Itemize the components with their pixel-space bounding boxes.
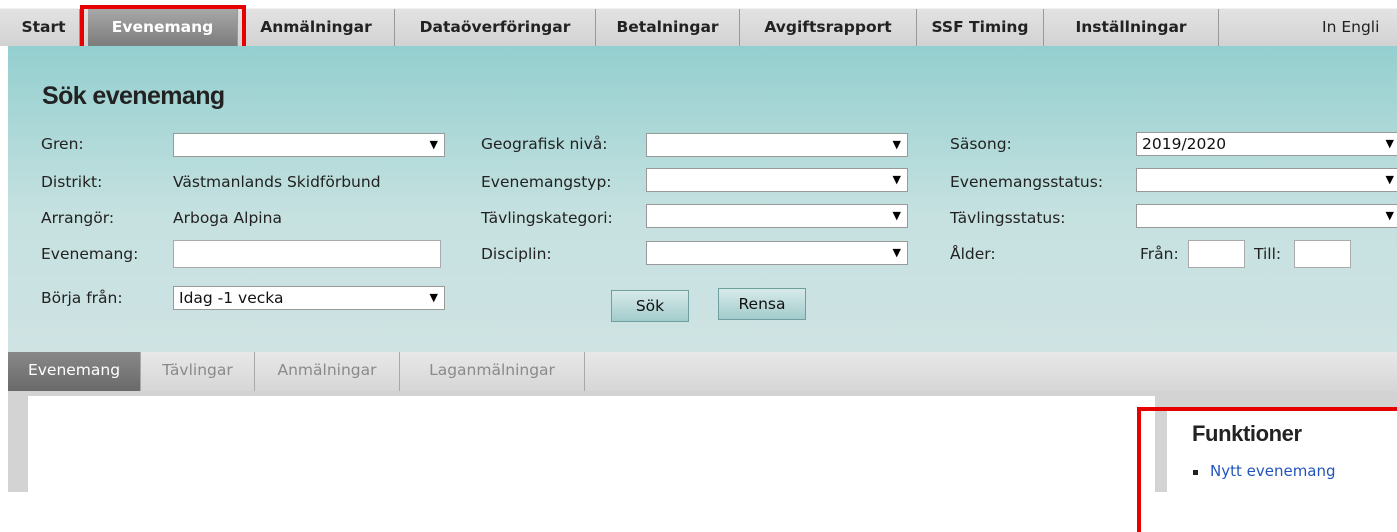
- evenemangsstatus-select[interactable]: ▼: [1136, 168, 1397, 192]
- search-panel: Sök evenemang Gren: ▼ Distrikt: Västmanl…: [8, 46, 1397, 352]
- gren-label: Gren:: [41, 135, 84, 153]
- tavlingsstatus-label: Tävlingsstatus:: [950, 209, 1066, 227]
- sasong-label: Säsong:: [950, 135, 1012, 153]
- result-tabs: Evenemang Tävlingar Anmälningar Laganmäl…: [8, 352, 1397, 391]
- nav-ssf-timing[interactable]: SSF Timing: [917, 9, 1044, 46]
- geografisk-niva-label: Geografisk nivå:: [481, 135, 608, 153]
- gren-select[interactable]: ▼: [173, 133, 445, 157]
- arrangor-label: Arrangör:: [41, 209, 115, 227]
- evenemangstyp-select[interactable]: ▼: [646, 168, 908, 192]
- page-title: Sök evenemang: [42, 82, 225, 110]
- tab-tavlingar[interactable]: Tävlingar: [141, 352, 255, 391]
- results-area: [28, 396, 1155, 524]
- evenemang-input[interactable]: [173, 240, 441, 268]
- alder-till-input[interactable]: [1294, 240, 1351, 268]
- language-link[interactable]: In Engli: [1322, 9, 1379, 46]
- nav-betalningar[interactable]: Betalningar: [596, 9, 740, 46]
- arrangor-value: Arboga Alpina: [173, 209, 282, 227]
- tab-evenemang[interactable]: Evenemang: [8, 352, 141, 391]
- clear-button[interactable]: Rensa: [718, 288, 806, 320]
- dropdown-arrow-icon: ▼: [1385, 137, 1394, 150]
- distrikt-value: Västmanlands Skidförbund: [173, 173, 381, 191]
- search-button[interactable]: Sök: [611, 290, 689, 322]
- alder-till-label: Till:: [1254, 245, 1282, 263]
- geografisk-niva-select[interactable]: ▼: [646, 133, 908, 157]
- alder-fran-input[interactable]: [1188, 240, 1245, 268]
- disciplin-label: Disciplin:: [481, 245, 552, 263]
- tab-laganmalningar[interactable]: Laganmälningar: [400, 352, 585, 391]
- borja-fran-select[interactable]: Idag -1 vecka ▼: [173, 286, 445, 310]
- highlight-functions-panel: [1137, 407, 1397, 532]
- sasong-select[interactable]: 2019/2020 ▼: [1136, 132, 1397, 156]
- alder-label: Ålder:: [950, 245, 996, 263]
- tab-anmalningar[interactable]: Anmälningar: [255, 352, 400, 391]
- dropdown-arrow-icon: ▼: [892, 173, 901, 186]
- disciplin-select[interactable]: ▼: [646, 241, 908, 265]
- dropdown-arrow-icon: ▼: [429, 291, 438, 304]
- tavlingskategori-label: Tävlingskategori:: [481, 209, 613, 227]
- dropdown-arrow-icon: ▼: [1385, 173, 1394, 186]
- alder-fran-label: Från:: [1140, 245, 1179, 263]
- nav-start[interactable]: Start: [8, 9, 80, 46]
- evenemangsstatus-label: Evenemangsstatus:: [950, 173, 1104, 191]
- nav-avgiftsrapport[interactable]: Avgiftsrapport: [740, 9, 917, 46]
- sasong-value: 2019/2020: [1142, 135, 1227, 153]
- borja-fran-value: Idag -1 vecka: [179, 289, 284, 307]
- evenemangstyp-label: Evenemangstyp:: [481, 173, 612, 191]
- dropdown-arrow-icon: ▼: [892, 246, 901, 259]
- dropdown-arrow-icon: ▼: [892, 209, 901, 222]
- tavlingskategori-select[interactable]: ▼: [646, 204, 908, 228]
- dropdown-arrow-icon: ▼: [429, 138, 438, 151]
- nav-anmalningar[interactable]: Anmälningar: [238, 9, 395, 46]
- distrikt-label: Distrikt:: [41, 173, 103, 191]
- dropdown-arrow-icon: ▼: [1385, 209, 1394, 222]
- borja-fran-label: Börja från:: [41, 289, 123, 307]
- tavlingsstatus-select[interactable]: ▼: [1136, 204, 1397, 228]
- evenemang-label: Evenemang:: [41, 245, 139, 263]
- nav-installningar[interactable]: Inställningar: [1044, 9, 1219, 46]
- dropdown-arrow-icon: ▼: [892, 138, 901, 151]
- nav-dataoverforingar[interactable]: Dataöverföringar: [395, 9, 596, 46]
